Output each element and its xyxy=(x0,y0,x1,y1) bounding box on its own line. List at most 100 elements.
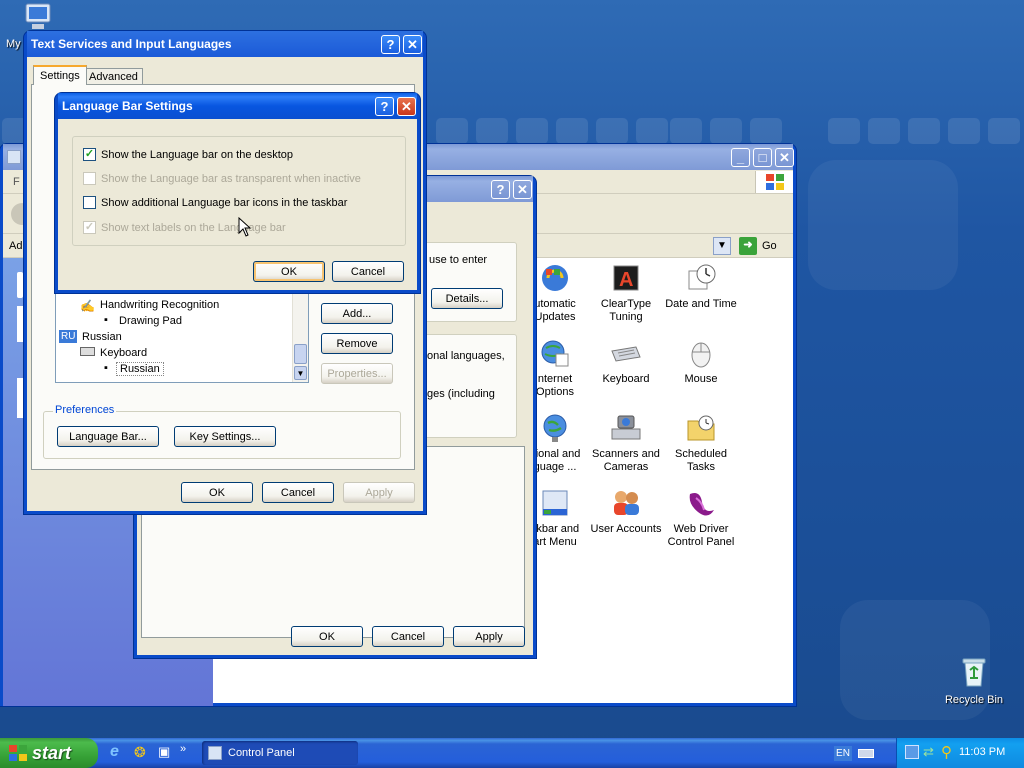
bullet-icon: ▪ xyxy=(104,314,108,326)
close-button[interactable]: ✕ xyxy=(397,97,416,116)
internet-explorer-icon[interactable]: e xyxy=(110,743,119,761)
scanners-cameras-icon xyxy=(609,412,643,444)
cp-web-driver[interactable]: Web Driver Control Panel xyxy=(663,487,739,549)
cp-mouse[interactable]: Mouse xyxy=(663,337,739,386)
cancel-button[interactable]: Cancel xyxy=(372,626,444,647)
tree-item-keyboard[interactable]: Keyboard xyxy=(100,347,147,359)
show-language-bar-checkbox[interactable]: ✓ Show the Language bar on the desktop xyxy=(83,148,293,161)
desktop-icon-my-computer[interactable]: My xyxy=(4,2,54,50)
checkbox-unchecked-icon xyxy=(83,196,96,209)
close-button[interactable]: ✕ xyxy=(513,180,532,199)
tab-advanced[interactable]: Advanced xyxy=(84,68,143,85)
cp-user-accounts[interactable]: User Accounts xyxy=(588,487,664,536)
checkbox-label: Show the Language bar as transparent whe… xyxy=(101,172,361,185)
keyboard-layout-icon[interactable] xyxy=(858,749,874,758)
tab-settings[interactable]: Settings xyxy=(33,65,87,85)
mouse-cursor-icon xyxy=(238,217,252,237)
start-button[interactable]: start xyxy=(0,738,98,768)
properties-button[interactable]: Properties... xyxy=(321,363,393,384)
keyboard-icon xyxy=(609,337,643,369)
language-bar-settings-titlebar[interactable]: Language Bar Settings xyxy=(58,93,417,119)
cleartype-icon: A xyxy=(609,262,643,294)
menu-item-file[interactable]: F xyxy=(13,176,20,188)
control-panel-icon xyxy=(208,746,222,760)
close-button[interactable]: ✕ xyxy=(403,35,422,54)
installed-services-tree[interactable]: ✍ Handwriting Recognition ▪ Drawing Pad … xyxy=(55,289,309,383)
text-services-title: Text Services and Input Languages xyxy=(31,37,232,51)
language-bar-settings-client: ✓ Show the Language bar on the desktop S… xyxy=(58,119,417,290)
cp-scanners-cameras[interactable]: Scanners and Cameras xyxy=(588,412,664,474)
web-driver-icon xyxy=(684,487,718,519)
bullet-icon: ▪ xyxy=(104,362,108,374)
ok-button[interactable]: OK xyxy=(253,261,325,282)
cp-item-label: Web Driver Control Panel xyxy=(667,523,735,548)
minimize-button[interactable]: _ xyxy=(731,148,750,167)
language-bar-button[interactable]: Language Bar... xyxy=(57,426,159,447)
cp-item-label: Scanners and Cameras xyxy=(592,448,660,473)
taskbar: start e ❂ ▣ » Control Panel EN ⇄ ⚲ 11:03… xyxy=(0,738,1024,768)
search-icon[interactable]: ⚲ xyxy=(941,743,952,761)
windows-logo-icon xyxy=(755,171,793,193)
desktop-icon-label: Recycle Bin xyxy=(944,694,1004,706)
tree-scrollbar[interactable]: ▼ xyxy=(292,290,308,382)
cp-keyboard[interactable]: Keyboard xyxy=(588,337,664,386)
maximize-button[interactable]: □ xyxy=(753,148,772,167)
automatic-updates-icon xyxy=(538,262,572,294)
safely-remove-icon[interactable]: ⇄ xyxy=(923,744,934,760)
tree-item-handwriting[interactable]: Handwriting Recognition xyxy=(100,299,219,311)
go-button-label[interactable]: Go xyxy=(762,240,777,252)
mouse-icon xyxy=(684,337,718,369)
regional-text-additional-languages: onal languages, xyxy=(427,350,505,362)
details-button[interactable]: Details... xyxy=(431,288,503,309)
quick-launch: e ❂ ▣ » xyxy=(108,743,194,763)
apply-button[interactable]: Apply xyxy=(453,626,525,647)
close-button[interactable]: ✕ xyxy=(775,148,794,167)
go-icon[interactable]: ➜ xyxy=(739,237,757,255)
help-button[interactable]: ? xyxy=(381,35,400,54)
clock: 11:03 PM xyxy=(959,746,1006,758)
ok-button[interactable]: OK xyxy=(181,482,253,503)
ok-button[interactable]: OK xyxy=(291,626,363,647)
key-settings-button[interactable]: Key Settings... xyxy=(174,426,276,447)
control-panel-icon xyxy=(7,150,21,164)
cancel-button[interactable]: Cancel xyxy=(262,482,334,503)
text-services-titlebar[interactable]: Text Services and Input Languages xyxy=(27,31,423,57)
checkbox-label: Show additional Language bar icons in th… xyxy=(101,196,348,209)
scroll-down-icon[interactable]: ▼ xyxy=(294,366,307,380)
help-button[interactable]: ? xyxy=(375,97,394,116)
desktop-icon-recycle-bin[interactable]: Recycle Bin xyxy=(942,656,1006,706)
media-player-icon[interactable]: ❂ xyxy=(134,744,146,761)
cp-scheduled-tasks[interactable]: Scheduled Tasks xyxy=(663,412,739,474)
text-labels-checkbox[interactable]: ✓ Show text labels on the Language bar xyxy=(83,221,286,234)
tree-item-drawing-pad[interactable]: Drawing Pad xyxy=(119,315,182,327)
transparent-language-bar-checkbox[interactable]: Show the Language bar as transparent whe… xyxy=(83,172,361,185)
date-time-icon xyxy=(684,262,718,294)
remove-button[interactable]: Remove xyxy=(321,333,393,354)
recycle-bin-icon xyxy=(962,658,986,687)
cp-cleartype-tuning[interactable]: A ClearType Tuning xyxy=(588,262,664,324)
additional-icons-checkbox[interactable]: Show additional Language bar icons in th… xyxy=(83,196,347,209)
apply-button[interactable]: Apply xyxy=(343,482,415,503)
checkbox-label: Show text labels on the Language bar xyxy=(101,221,286,234)
add-button[interactable]: Add... xyxy=(321,303,393,324)
cancel-button[interactable]: Cancel xyxy=(332,261,404,282)
help-button[interactable]: ? xyxy=(491,180,510,199)
cp-date-time[interactable]: Date and Time xyxy=(663,262,739,311)
keyboard-icon xyxy=(80,347,95,356)
checkbox-unchecked-icon xyxy=(83,172,96,185)
system-tray: ⇄ ⚲ 11:03 PM xyxy=(896,738,1024,768)
tree-item-russian-layout[interactable]: Russian xyxy=(116,362,164,376)
quick-launch-chevron-icon[interactable]: » xyxy=(180,743,186,755)
scroll-thumb[interactable] xyxy=(294,344,307,364)
user-accounts-icon xyxy=(609,487,643,519)
cp-item-label: Keyboard xyxy=(602,373,650,385)
network-icon[interactable] xyxy=(905,745,919,759)
language-indicator[interactable]: EN xyxy=(834,746,852,761)
address-dropdown-icon[interactable]: ▼ xyxy=(713,237,731,255)
cp-item-label: Scheduled Tasks xyxy=(675,448,727,473)
tree-item-russian-language[interactable]: Russian xyxy=(82,331,122,343)
show-desktop-icon[interactable]: ▣ xyxy=(158,744,170,760)
checkbox-label: Show the Language bar on the desktop xyxy=(101,148,294,161)
taskbar-item-control-panel[interactable]: Control Panel xyxy=(202,741,358,765)
scheduled-tasks-icon xyxy=(684,412,718,444)
